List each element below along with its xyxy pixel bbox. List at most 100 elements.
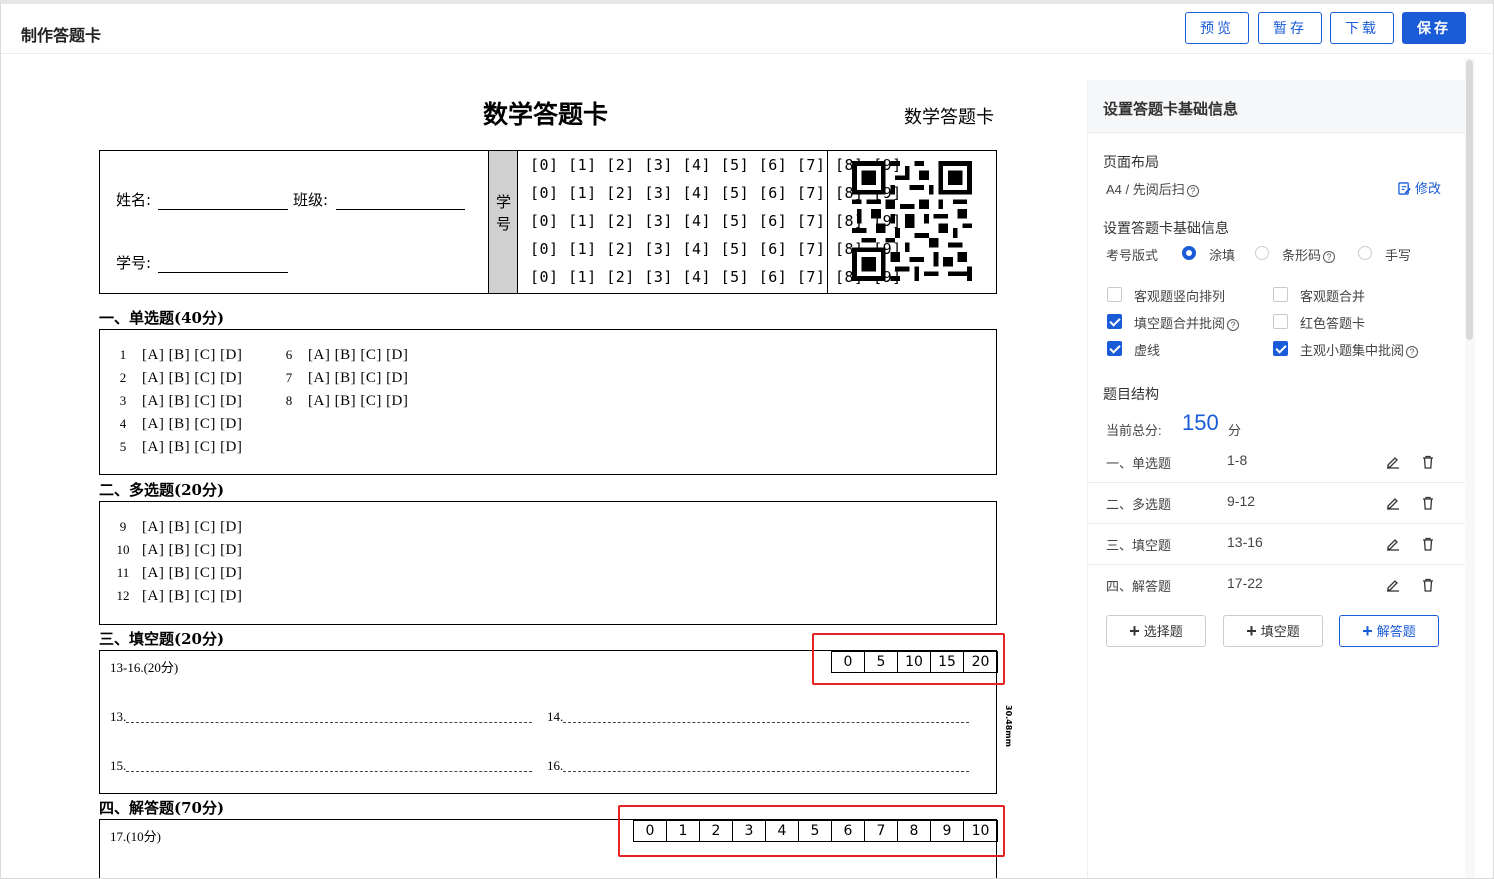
- layout-heading: 页面布局: [1103, 154, 1159, 170]
- download-button[interactable]: 下载: [1330, 12, 1394, 44]
- structure-row: 三、填空题 13-16: [1088, 524, 1466, 565]
- answer-sheet: 数学答题卡 数学答题卡 姓名: 班级: 学号: 学号 [0] [1] [2] […: [1, 55, 1083, 878]
- edit-icon: [1398, 182, 1411, 195]
- fill-blank[interactable]: 13.: [110, 709, 533, 725]
- highlight-box: [618, 805, 1005, 857]
- checkbox-red-card-label: 红色答题卡: [1300, 316, 1366, 331]
- section-single-title[interactable]: 一、单选题(40分): [99, 307, 224, 328]
- help-icon[interactable]: ?: [1406, 346, 1419, 358]
- radio-fill[interactable]: [1182, 246, 1196, 260]
- add-choice-button[interactable]: + 选择题: [1106, 615, 1206, 647]
- checkbox-red-card[interactable]: [1273, 314, 1288, 329]
- student-id-column-label: 学号: [488, 151, 518, 293]
- total-score-value: 150: [1182, 410, 1219, 435]
- total-score-label: 当前总分:: [1106, 423, 1162, 438]
- settings-panel: 设置答题卡基础信息 页面布局 A4 / 先阅后扫? 修改 设置答题卡基础信息 考…: [1087, 80, 1466, 878]
- structure-row-range: 9-12: [1227, 493, 1256, 509]
- trash-icon[interactable]: [1420, 454, 1436, 470]
- section-multi-box: 9 [A] [B] [C] [D] 10 [A] [B] [C] [D] 11 [A]…: [99, 501, 997, 625]
- help-icon[interactable]: ?: [1227, 319, 1240, 331]
- question-number: 3: [119, 393, 127, 408]
- draft-button[interactable]: 暂存: [1258, 12, 1322, 44]
- id-digit-row: [0] [1] [2] [3] [4] [5] [6] [7] [8] [9]: [530, 156, 902, 174]
- question-number: 1: [119, 347, 127, 362]
- basic-heading: 设置答题卡基础信息: [1103, 220, 1229, 236]
- question-number: 5: [119, 439, 127, 454]
- add-fill-button[interactable]: + 填空题: [1223, 615, 1323, 647]
- section-answer-title[interactable]: 四、解答题(70分): [99, 797, 224, 818]
- pencil-icon[interactable]: [1385, 454, 1401, 470]
- help-icon[interactable]: ?: [1323, 251, 1336, 263]
- checkbox-subjective-centralized[interactable]: [1273, 341, 1288, 356]
- save-button[interactable]: 保存: [1402, 12, 1466, 44]
- checkbox-objective-vertical[interactable]: [1107, 287, 1122, 302]
- scrollbar-thumb[interactable]: [1466, 60, 1473, 340]
- fill-blank[interactable]: 14.: [547, 709, 970, 725]
- checkbox-dashed[interactable]: [1107, 341, 1122, 356]
- structure-row: 一、单选题 1-8: [1088, 442, 1466, 483]
- student-info-box: 姓名: 班级: 学号: 学号 [0] [1] [2] [3] [4] [5] […: [99, 150, 997, 294]
- structure-row: 二、多选题 9-12: [1088, 483, 1466, 524]
- section-multi-title[interactable]: 二、多选题(20分): [99, 479, 224, 500]
- layout-value: A4 / 先阅后扫?: [1106, 179, 1199, 198]
- layout-edit-link[interactable]: 修改: [1398, 178, 1441, 197]
- id-digit-row: [0] [1] [2] [3] [4] [5] [6] [7] [8] [9]: [530, 212, 902, 230]
- checkbox-objective-merge[interactable]: [1273, 287, 1288, 302]
- class-underline: [336, 209, 465, 210]
- question-row: 10 [A] [B] [C] [D]: [112, 542, 242, 559]
- structure-row-range: 13-16: [1227, 534, 1263, 550]
- blank-number: 14.: [547, 709, 564, 724]
- section-single-box: 1 [A] [B] [C] [D] 2 [A] [B] [C] [D] 3 [A] […: [99, 329, 997, 475]
- question-options: [A] [B] [C] [D]: [308, 370, 409, 386]
- question-number: 6: [285, 347, 293, 362]
- blank-line: [126, 771, 533, 772]
- name-label: 姓名:: [116, 191, 152, 209]
- checkbox-fill-merge-grading[interactable]: [1107, 314, 1122, 329]
- checkbox-subjective-centralized-label: 主观小题集中批阅: [1300, 343, 1405, 358]
- help-icon[interactable]: ?: [1186, 185, 1199, 197]
- question-row: 4 [A] [B] [C] [D]: [112, 416, 242, 433]
- radio-barcode[interactable]: [1255, 246, 1269, 260]
- question-row: 9 [A] [B] [C] [D]: [112, 519, 242, 536]
- pencil-icon[interactable]: [1385, 536, 1401, 552]
- question-row: 8 [A] [B] [C] [D]: [278, 393, 408, 410]
- blank-number: 16.: [547, 758, 564, 773]
- question-options: [A] [B] [C] [D]: [142, 588, 243, 604]
- trash-icon[interactable]: [1420, 577, 1436, 593]
- blank-number: 13.: [110, 709, 127, 724]
- add-choice-label: 选择题: [1143, 624, 1183, 639]
- sheet-title[interactable]: 数学答题卡: [483, 95, 608, 131]
- blank-line: [126, 722, 533, 723]
- question-row: 11 [A] [B] [C] [D]: [112, 565, 242, 582]
- pencil-icon[interactable]: [1385, 495, 1401, 511]
- page-title: 制作答题卡: [21, 28, 102, 45]
- settings-panel-header: 设置答题卡基础信息: [1088, 80, 1466, 133]
- add-fill-label: 填空题: [1260, 624, 1300, 639]
- fill-blank[interactable]: 16.: [547, 758, 970, 774]
- app-window: 制作答题卡 预览 暂存 下载 保存 数学答题卡 数学答题卡 姓名: 班级: 学号…: [0, 0, 1494, 879]
- sheet-subtitle[interactable]: 数学答题卡: [904, 103, 994, 129]
- exam-id-format-label: 考号版式: [1106, 248, 1159, 263]
- trash-icon[interactable]: [1420, 536, 1436, 552]
- question-options: [A] [B] [C] [D]: [142, 347, 243, 363]
- qr-code-icon: [852, 161, 972, 281]
- radio-handwrite[interactable]: [1358, 246, 1372, 260]
- add-answer-button[interactable]: + 解答题: [1339, 615, 1439, 647]
- question-number: 11: [116, 565, 130, 580]
- structure-row-name: 二、多选题: [1106, 497, 1172, 512]
- preview-button[interactable]: 预览: [1185, 12, 1249, 44]
- plus-icon: +: [1246, 621, 1257, 641]
- structure-row-range: 17-22: [1227, 575, 1263, 591]
- plus-icon: +: [1129, 621, 1140, 641]
- section-fill-title[interactable]: 三、填空题(20分): [99, 628, 224, 649]
- id-digit-row: [0] [1] [2] [3] [4] [5] [6] [7] [8] [9]: [530, 268, 902, 286]
- fill-blank[interactable]: 15.: [110, 758, 533, 774]
- question-options: [A] [B] [C] [D]: [142, 416, 243, 432]
- structure-row-name: 三、填空题: [1106, 538, 1172, 553]
- radio-barcode-label: 条形码: [1282, 248, 1322, 263]
- question-row: 2 [A] [B] [C] [D]: [112, 370, 242, 387]
- pencil-icon[interactable]: [1385, 577, 1401, 593]
- trash-icon[interactable]: [1420, 495, 1436, 511]
- question-options: [A] [B] [C] [D]: [142, 565, 243, 581]
- layout-value-text: A4 / 先阅后扫: [1106, 182, 1185, 197]
